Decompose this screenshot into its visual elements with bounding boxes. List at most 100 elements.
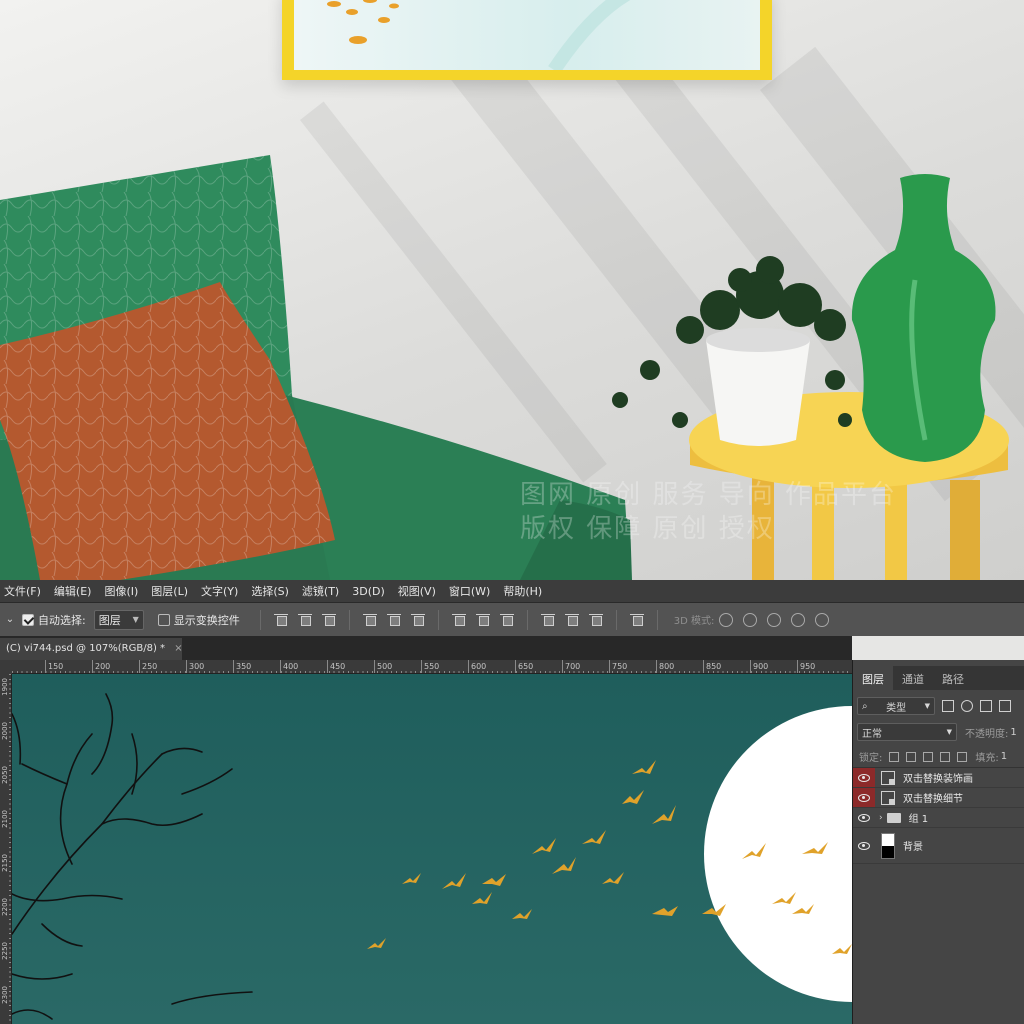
align-horizontal-center-icon[interactable] — [386, 613, 401, 627]
distribute-left-icon[interactable] — [540, 613, 555, 627]
filter-type-icon[interactable] — [980, 700, 992, 712]
distribute-right-icon[interactable] — [588, 613, 603, 627]
auto-select-target-dropdown[interactable]: 图层 ▼ — [93, 609, 144, 630]
distribute-top-icon[interactable] — [451, 613, 466, 627]
ruler-tick-label: 400 — [279, 660, 299, 673]
ruler-tick-label: 2250 — [1, 942, 9, 960]
menu-view[interactable]: 视图(V) — [398, 583, 436, 599]
menu-select[interactable]: 选择(S) — [251, 583, 289, 599]
menu-bar: 文件(F) 编辑(E) 图像(I) 图层(L) 文字(Y) 选择(S) 滤镜(T… — [0, 580, 1024, 602]
align-right-icon[interactable] — [410, 613, 425, 627]
artwork — [12, 693, 852, 1020]
filter-pixel-icon[interactable] — [942, 700, 954, 712]
align-top-icon[interactable] — [273, 613, 288, 627]
plant-pot — [706, 340, 810, 446]
horizontal-ruler[interactable]: 150 200 250 300 350 400 450 500 550 600 … — [12, 660, 852, 674]
tool-preset-chevron-icon[interactable]: ⌄ — [2, 614, 18, 625]
lock-position-icon[interactable] — [923, 751, 934, 762]
blend-mode-dropdown[interactable]: 正常 ▼ — [857, 723, 957, 741]
menu-help[interactable]: 帮助(H) — [503, 583, 542, 599]
slide-3d-icon[interactable] — [791, 612, 806, 627]
tab-channels[interactable]: 通道 — [893, 666, 933, 690]
layer-filter-row: ⌕ 类型 ▼ — [853, 694, 1024, 718]
show-transform-label: 显示变换控件 — [173, 613, 240, 627]
document-canvas[interactable] — [12, 674, 852, 1024]
ruler-tick-label: 300 — [185, 660, 205, 673]
close-icon[interactable]: × — [174, 643, 182, 654]
vertical-ruler[interactable]: 1900 2000 2050 2100 2150 2200 2250 2300 — [0, 674, 12, 1024]
scale-3d-icon[interactable] — [815, 612, 830, 627]
document-tab-bar: (C) vi744.psd @ 107%(RGB/8) * × — [0, 636, 852, 660]
layer-kind-filter-value: 类型 — [886, 702, 907, 714]
lock-all-icon[interactable] — [957, 751, 968, 762]
menu-edit[interactable]: 编辑(E) — [54, 583, 92, 599]
ruler-corner[interactable] — [0, 660, 12, 674]
layer-name: 双击替换细节 — [903, 794, 963, 805]
document-tab[interactable]: (C) vi744.psd @ 107%(RGB/8) * × — [0, 638, 183, 660]
tab-layers[interactable]: 图层 — [853, 666, 893, 690]
lock-artboard-icon[interactable] — [940, 751, 951, 762]
distribute-horizontal-center-icon[interactable] — [564, 613, 579, 627]
auto-align-icon[interactable] — [629, 613, 644, 627]
roll-3d-icon[interactable] — [743, 612, 758, 627]
ruler-tick-label: 650 — [514, 660, 534, 673]
distribute-vertical-center-icon[interactable] — [475, 613, 490, 627]
layer-row[interactable]: 双击替换细节 — [853, 788, 1024, 808]
bare-tree-branches — [12, 693, 253, 1020]
opacity-value[interactable]: 1 — [1010, 727, 1016, 738]
eye-icon[interactable] — [853, 828, 875, 863]
lock-image-pixels-icon[interactable] — [906, 751, 917, 762]
distribute-bottom-icon[interactable] — [499, 613, 514, 627]
smart-object-icon — [881, 790, 895, 805]
lock-transparent-pixels-icon[interactable] — [889, 751, 900, 762]
align-left-icon[interactable] — [362, 613, 377, 627]
menu-window[interactable]: 窗口(W) — [449, 583, 490, 599]
show-transform-checkbox[interactable] — [157, 613, 170, 626]
ruler-tick-label: 2150 — [1, 854, 9, 872]
filter-shape-icon[interactable] — [999, 700, 1011, 712]
menu-layer[interactable]: 图层(L) — [151, 583, 188, 599]
screenshot-root: 图网 原创 服务 导向 作品平台 版权 保障 原创 授权 文件(F) 编辑(E)… — [0, 0, 1024, 1024]
menu-image[interactable]: 图像(I) — [104, 583, 138, 599]
align-vertical-center-icon[interactable] — [297, 613, 312, 627]
layer-row[interactable]: 背景 — [853, 828, 1024, 864]
folder-icon — [886, 812, 901, 823]
ruler-tick-label: 600 — [467, 660, 487, 673]
eye-icon[interactable] — [853, 788, 875, 807]
filter-adjustment-icon[interactable] — [961, 700, 973, 712]
chevron-right-icon[interactable]: › — [879, 813, 883, 823]
opacity-label: 不透明度: — [965, 728, 1009, 740]
chevron-down-icon: ▼ — [924, 702, 930, 710]
ruler-tick-label: 450 — [326, 660, 346, 673]
smart-object-icon — [881, 770, 895, 785]
eye-glyph — [858, 773, 870, 782]
fill-value[interactable]: 1 — [1001, 751, 1007, 762]
divider — [656, 609, 658, 630]
auto-select-checkbox[interactable] — [22, 613, 34, 626]
lock-label: 锁定: — [859, 753, 883, 764]
tab-paths[interactable]: 路径 — [933, 666, 973, 690]
ruler-tick-label: 800 — [655, 660, 675, 673]
drag-3d-icon[interactable] — [767, 612, 782, 627]
rotate-3d-icon[interactable] — [719, 612, 734, 627]
eye-icon[interactable] — [853, 808, 875, 827]
document-tab-label: (C) vi744.psd @ 107%(RGB/8) * — [6, 643, 166, 654]
menu-type[interactable]: 文字(Y) — [201, 583, 238, 599]
menu-filter[interactable]: 滤镜(T) — [302, 583, 339, 599]
eye-glyph — [858, 793, 870, 802]
layer-kind-filter-dropdown[interactable]: ⌕ 类型 ▼ — [857, 697, 935, 715]
lock-row: 锁定: 填充: 1 — [853, 746, 1024, 768]
ruler-tick-label: 1900 — [1, 678, 9, 696]
layer-row[interactable]: 双击替换装饰画 — [853, 768, 1024, 788]
ruler-tick-label: 2100 — [1, 810, 9, 828]
layers-panel: 图层 通道 路径 ⌕ 类型 ▼ 正常 ▼ 不透明度: 1 锁定: 填充: 1 双… — [852, 660, 1024, 1024]
ruler-tick-label: 900 — [749, 660, 769, 673]
align-bottom-icon[interactable] — [321, 613, 336, 627]
menu-file[interactable]: 文件(F) — [4, 583, 41, 599]
menu-3d[interactable]: 3D(D) — [352, 585, 385, 598]
table-leg — [950, 480, 980, 580]
layer-name: 背景 — [903, 842, 923, 853]
ceramic-vase — [851, 174, 996, 462]
layer-row[interactable]: › 组 1 — [853, 808, 1024, 828]
eye-icon[interactable] — [853, 768, 875, 787]
